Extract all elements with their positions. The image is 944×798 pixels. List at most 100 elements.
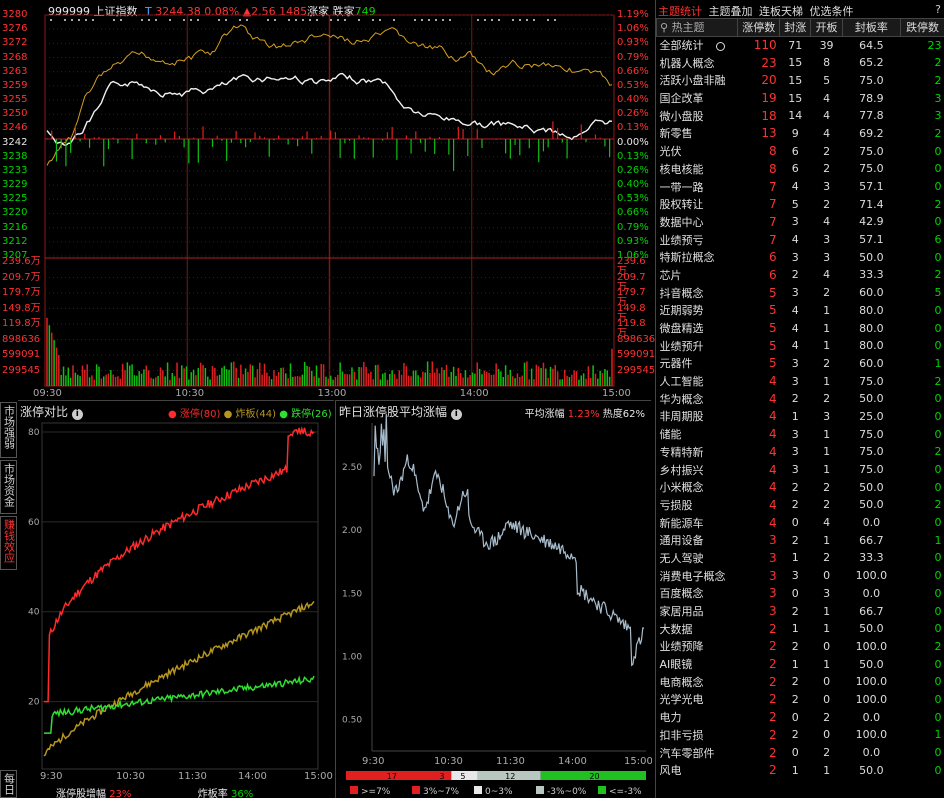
theme-row[interactable]: 百度概念 3 0 3 0.0 0 bbox=[657, 585, 944, 603]
theme-row[interactable]: 业绩预亏 7 4 3 57.1 6 bbox=[657, 231, 944, 249]
limit-y-tick: 80 bbox=[28, 428, 40, 438]
sealed-count: 4 bbox=[791, 339, 799, 353]
limit-down-count: 2 bbox=[934, 126, 942, 140]
pct-tick: 0.93% bbox=[617, 37, 649, 49]
limit-up-count: 2 bbox=[768, 621, 777, 636]
theme-row[interactable]: 家居用品 3 2 1 66.7 0 bbox=[657, 602, 944, 620]
avg-gain-panel[interactable]: 昨日涨停股平均涨幅 i 平均涨幅 1.23% 热度62% 2.50 2.00 1.5… bbox=[335, 400, 652, 798]
theme-row[interactable]: 光伏 8 6 2 75.0 0 bbox=[657, 142, 944, 160]
tab-daily[interactable]: 每日 bbox=[0, 770, 17, 798]
event-marker bbox=[421, 19, 423, 21]
limit-compare-panel[interactable]: 涨停对比 i ● 涨停(80) ● 炸板(44) ● 跌停(26) 80 60 40… bbox=[18, 400, 334, 798]
avg-y-tick: 2.50 bbox=[342, 463, 362, 473]
theme-row[interactable]: 微盘精选 5 4 1 80.0 0 bbox=[657, 319, 944, 337]
theme-row[interactable]: 业绩预升 5 4 1 80.0 0 bbox=[657, 337, 944, 355]
theme-row[interactable]: 一带一路 7 4 3 57.1 0 bbox=[657, 178, 944, 196]
limit-down-count: 0 bbox=[934, 162, 942, 176]
theme-row[interactable]: 抖音概念 5 3 2 60.0 5 bbox=[657, 284, 944, 302]
theme-row[interactable]: 华为概念 4 2 2 50.0 0 bbox=[657, 390, 944, 408]
theme-row[interactable]: 通用设备 3 2 1 66.7 1 bbox=[657, 531, 944, 549]
limit-down-count: 0 bbox=[934, 463, 942, 477]
pct-tick: 0.66% bbox=[617, 65, 649, 77]
theme-row[interactable]: 小米概念 4 2 2 50.0 0 bbox=[657, 478, 944, 496]
volume-tick-right: 898636 bbox=[617, 333, 656, 345]
col-seal-rate[interactable]: 封板率 bbox=[841, 18, 902, 37]
theme-row[interactable]: 光学光电 2 2 0 100.0 0 bbox=[657, 691, 944, 709]
sealed-count: 0 bbox=[791, 710, 799, 724]
theme-name: 电力 bbox=[659, 711, 682, 725]
theme-row[interactable]: 芯片 6 2 4 33.3 2 bbox=[657, 266, 944, 284]
theme-row[interactable]: 微小盘股 18 14 4 77.8 3 bbox=[657, 107, 944, 125]
tab-theme-overlay[interactable]: 主题叠加 bbox=[709, 5, 753, 18]
limit-down-count: 0 bbox=[934, 427, 942, 441]
theme-name: 家居用品 bbox=[659, 605, 704, 619]
col-sealed[interactable]: 封涨 bbox=[779, 18, 812, 37]
tab-theme-stats[interactable]: 主题统计 bbox=[658, 5, 702, 19]
volume-tick-right: 299545 bbox=[617, 364, 656, 376]
theme-row[interactable]: 数据中心 7 3 4 42.9 0 bbox=[657, 213, 944, 231]
sealed-count: 1 bbox=[791, 409, 799, 423]
sealed-count: 3 bbox=[791, 250, 799, 264]
theme-row[interactable]: 新能源车 4 0 4 0.0 0 bbox=[657, 514, 944, 532]
theme-row[interactable]: AI眼镜 2 1 1 50.0 0 bbox=[657, 655, 944, 673]
theme-row[interactable]: 核电核能 8 6 2 75.0 0 bbox=[657, 160, 944, 178]
sealed-count: 4 bbox=[791, 303, 799, 317]
opened-count: 3 bbox=[823, 409, 831, 423]
limit-x-tick: 14:00 bbox=[238, 771, 267, 782]
circle-icon[interactable] bbox=[715, 41, 725, 51]
col-opened[interactable]: 开板 bbox=[810, 18, 843, 37]
theme-row[interactable]: 业绩预降 2 2 0 100.0 2 bbox=[657, 638, 944, 656]
seal-rate: 80.0 bbox=[859, 339, 884, 353]
opened-count: 4 bbox=[823, 91, 831, 105]
tab-market-funds[interactable]: 市场资金 bbox=[0, 460, 17, 514]
theme-row[interactable]: 扣非亏损 2 2 0 100.0 1 bbox=[657, 726, 944, 744]
distribution-legend-label: 0~3% bbox=[485, 787, 513, 797]
col-theme[interactable]: ⚲ 热主题 bbox=[655, 18, 739, 37]
theme-row[interactable]: 人工智能 4 3 1 75.0 2 bbox=[657, 372, 944, 390]
theme-row[interactable]: 股权转让 7 5 2 71.4 2 bbox=[657, 195, 944, 213]
pct-tick: 0.66% bbox=[617, 207, 649, 219]
theme-row[interactable]: 风电 2 1 1 50.0 0 bbox=[657, 761, 944, 779]
volume-tick: 299545 bbox=[2, 364, 41, 376]
col-limit-up[interactable]: 涨停数 bbox=[737, 18, 781, 37]
theme-row[interactable]: 亏损股 4 2 2 50.0 2 bbox=[657, 496, 944, 514]
limit-down-count: 0 bbox=[934, 392, 942, 406]
tab-filter[interactable]: 优选条件 bbox=[810, 5, 854, 18]
pct-tick: 0.40% bbox=[617, 179, 649, 191]
opened-count: 5 bbox=[823, 73, 831, 87]
theme-row[interactable]: 大数据 2 1 1 50.0 0 bbox=[657, 620, 944, 638]
col-limit-down[interactable]: 跌停数 bbox=[900, 18, 944, 37]
theme-row[interactable]: 电力 2 0 2 0.0 0 bbox=[657, 708, 944, 726]
theme-row[interactable]: 元器件 5 3 2 60.0 1 bbox=[657, 355, 944, 373]
theme-row[interactable]: 乡村振兴 4 3 1 75.0 0 bbox=[657, 461, 944, 479]
theme-row[interactable]: 特斯拉概念 6 3 3 50.0 0 bbox=[657, 248, 944, 266]
theme-row[interactable]: 国企改革 19 15 4 78.9 3 bbox=[657, 89, 944, 107]
sealed-count: 4 bbox=[791, 233, 799, 247]
theme-row[interactable]: 活跃小盘非融 20 15 5 75.0 2 bbox=[657, 72, 944, 90]
tab-board-ladder[interactable]: 连板天梯 bbox=[759, 5, 803, 18]
tab-money-effect[interactable]: 赚钱效应 bbox=[0, 516, 17, 570]
help-icon[interactable]: ? bbox=[935, 3, 941, 16]
limit-up-count: 5 bbox=[768, 321, 777, 336]
sealed-count: 4 bbox=[791, 321, 799, 335]
theme-row[interactable]: 储能 4 3 1 75.0 0 bbox=[657, 425, 944, 443]
seal-rate: 50.0 bbox=[859, 622, 884, 636]
seal-rate: 69.2 bbox=[859, 126, 884, 140]
theme-tabs: 主题统计 主题叠加 连板天梯 优选条件 ? bbox=[658, 3, 943, 19]
opened-count: 1 bbox=[823, 303, 831, 317]
theme-row[interactable]: 无人驾驶 3 1 2 33.3 0 bbox=[657, 549, 944, 567]
index-chart-panel[interactable]: 999999 上证指数 T 3244.38 0.08% ▲2.56 1485涨家… bbox=[0, 0, 655, 400]
theme-row[interactable]: 全部统计 110 71 39 64.5 23 bbox=[657, 36, 944, 54]
theme-row[interactable]: 消费电子概念 3 3 0 100.0 0 bbox=[657, 567, 944, 585]
event-marker bbox=[442, 19, 444, 21]
event-marker bbox=[197, 19, 199, 21]
seal-rate: 77.8 bbox=[859, 109, 884, 123]
theme-row[interactable]: 非周期股 4 1 3 25.0 0 bbox=[657, 408, 944, 426]
theme-row[interactable]: 近期弱势 5 4 1 80.0 0 bbox=[657, 302, 944, 320]
theme-row[interactable]: 汽车零部件 2 0 2 0.0 0 bbox=[657, 744, 944, 762]
theme-row[interactable]: 机器人概念 23 15 8 65.2 2 bbox=[657, 54, 944, 72]
theme-row[interactable]: 新零售 13 9 4 69.2 2 bbox=[657, 125, 944, 143]
tab-market-strength[interactable]: 市场强弱 bbox=[0, 402, 17, 458]
theme-row[interactable]: 专精特新 4 3 1 75.0 2 bbox=[657, 443, 944, 461]
theme-row[interactable]: 电商概念 2 2 0 100.0 0 bbox=[657, 673, 944, 691]
